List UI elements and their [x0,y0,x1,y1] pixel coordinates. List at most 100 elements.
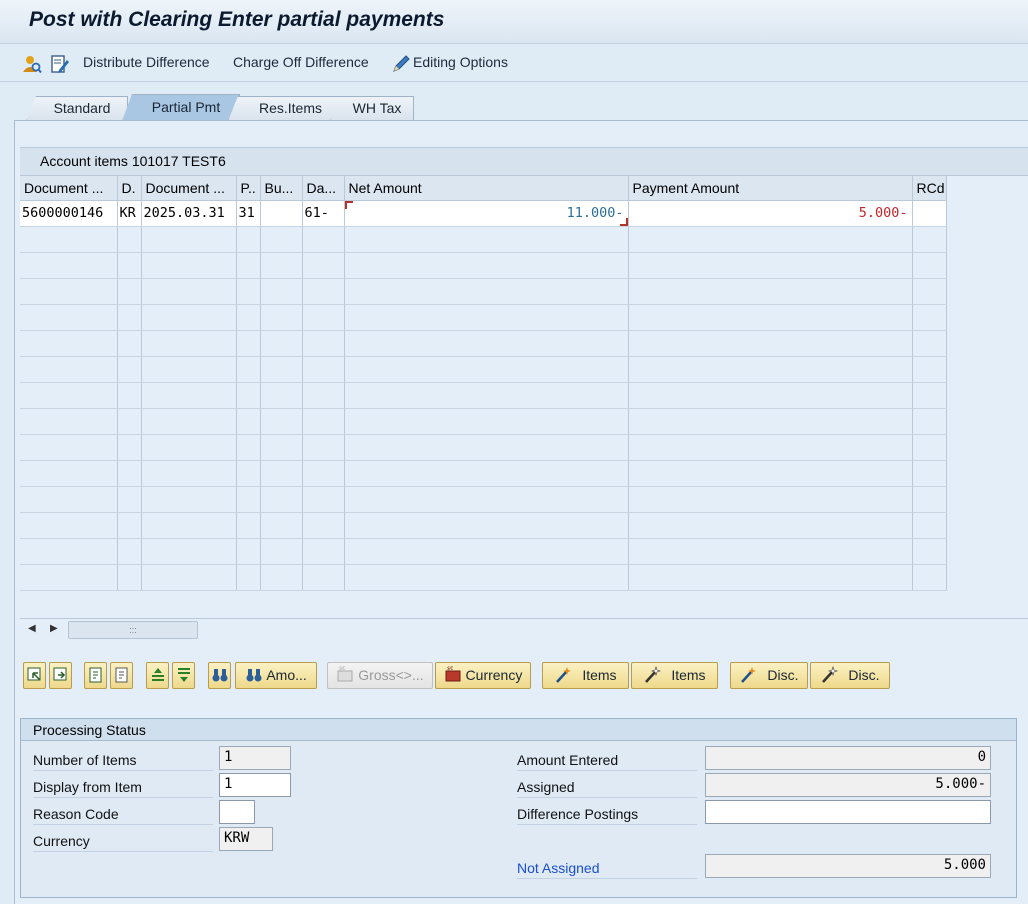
display-from-item-input[interactable]: 1 [219,773,291,797]
column-header-doc-type[interactable]: D. [117,176,142,201]
title-bar: Post with Clearing Enter partial payment… [0,0,1028,44]
cell-net-amount[interactable]: 11.000- [344,200,629,227]
gross-net-label: Gross<>... [358,667,424,683]
cell-days[interactable]: 61- [302,200,345,227]
column-header-days[interactable]: Da... [302,176,345,201]
search-amount-button[interactable]: Amo... [235,662,317,689]
edit-document-icon[interactable] [50,54,70,74]
table-header-row: Document ... D. Document ... P.. Bu... D… [20,176,947,201]
empty-row [20,408,947,435]
cell-reason-code[interactable] [912,200,947,227]
deactivate-items-label: Items [671,667,706,683]
deactivate-discount-label: Disc. [848,667,880,683]
page-title: Post with Clearing Enter partial payment… [29,8,445,31]
binoculars-icon [246,668,262,682]
empty-row [20,486,947,513]
empty-row [20,460,947,487]
reason-code-label: Reason Code [33,803,213,825]
import-list-button[interactable] [110,662,133,689]
difference-postings-input[interactable] [705,800,991,824]
assigned-field: 5.000- [705,773,991,797]
activate-discount-button[interactable]: Disc. [730,662,808,689]
cell-document-date[interactable]: 2025.03.31 [141,200,237,227]
select-all-icon [27,667,41,681]
number-of-items-field: 1 [219,746,291,770]
application-toolbar: Distribute Difference Charge Off Differe… [0,44,1028,82]
deselect-all-button[interactable] [49,662,72,689]
tab-res-items[interactable]: Res.Items [228,96,343,121]
deactivate-items-button[interactable]: Items [631,662,718,689]
currency-field: KRW [219,827,273,851]
editing-options-button[interactable]: Editing Options [413,54,508,70]
cell-payment-amount[interactable]: 5.000- [628,200,913,227]
column-header-posting-key[interactable]: P.. [236,176,261,201]
column-header-document-no[interactable]: Document ... [20,176,118,201]
activate-items-button[interactable]: Items [542,662,629,689]
cell-doc-type[interactable]: KR [117,200,142,227]
currency-label-text: Currency [33,830,213,852]
empty-row [20,252,947,279]
deselect-all-icon [53,667,66,681]
scroll-right-icon[interactable]: ▶ [50,623,58,634]
processing-status-box: Processing Status Number of Items 1 Disp… [20,718,1017,898]
tab-wh-tax[interactable]: WH Tax [330,96,414,121]
empty-row [20,304,947,331]
import-list-icon [115,667,127,683]
currency-icon: $€ [445,666,461,682]
sort-ascending-icon [151,667,164,681]
cell-posting-key[interactable]: 31 [236,200,261,227]
empty-row [20,564,947,591]
empty-row [20,226,947,253]
empty-row [20,434,947,461]
select-all-button[interactable] [23,662,46,689]
not-assigned-label[interactable]: Not Assigned [517,857,697,879]
svg-text:$€: $€ [447,666,453,672]
reason-code-input[interactable] [219,800,255,824]
magic-wand-icon [645,665,662,683]
column-header-business-area[interactable]: Bu... [260,176,303,201]
scrollbar-thumb[interactable]: ::: [68,621,198,639]
horizontal-scrollbar[interactable]: ◀ ▶ ::: [20,618,1028,640]
tab-partial-pmt[interactable]: Partial Pmt [122,94,240,121]
person-search-icon[interactable] [22,54,42,74]
export-list-button[interactable] [84,662,107,689]
column-header-payment-amount[interactable]: Payment Amount [628,176,913,201]
empty-row [20,278,947,305]
column-header-reason-code[interactable]: RCd [912,176,947,201]
table-row[interactable]: 5600000146 KR 2025.03.31 31 61- 11.000- … [20,200,947,227]
amount-entered-label: Amount Entered [517,749,697,771]
sort-descending-button[interactable] [172,662,195,689]
difference-postings-label: Difference Postings [517,803,697,825]
magic-wand-icon [741,666,757,683]
column-header-document-date[interactable]: Document ... [141,176,237,201]
empty-row [20,512,947,539]
magic-wand-icon [822,665,839,683]
not-assigned-field: 5.000 [705,854,991,878]
binoculars-icon [212,668,227,682]
tab-standard[interactable]: Standard [26,96,128,121]
search-amount-label: Amo... [266,667,307,683]
currency-button[interactable]: $€ Currency [435,662,531,689]
processing-status-title: Processing Status [21,719,1016,741]
empty-row [20,382,947,409]
svg-text:$€: $€ [339,666,345,672]
tabstrip: Standard Partial Pmt Res.Items WH Tax [14,93,1028,121]
cell-document-no[interactable]: 5600000146 [20,200,118,227]
deactivate-discount-button[interactable]: Disc. [810,662,890,689]
charge-off-difference-button[interactable]: Charge Off Difference [233,54,369,70]
gross-net-icon: $€ [337,666,353,682]
magic-wand-icon [556,666,572,683]
sort-ascending-button[interactable] [146,662,169,689]
sort-descending-icon [177,667,190,682]
scroll-left-icon[interactable]: ◀ [28,623,36,634]
cell-business-area[interactable] [260,200,303,227]
gross-net-button: $€ Gross<>... [327,662,433,689]
display-from-item-label: Display from Item [33,776,213,798]
assigned-label: Assigned [517,776,697,798]
empty-row [20,330,947,357]
find-button[interactable] [208,662,231,689]
distribute-difference-button[interactable]: Distribute Difference [83,54,210,70]
currency-label: Currency [465,667,523,683]
empty-row [20,356,947,383]
column-header-net-amount[interactable]: Net Amount [344,176,629,201]
